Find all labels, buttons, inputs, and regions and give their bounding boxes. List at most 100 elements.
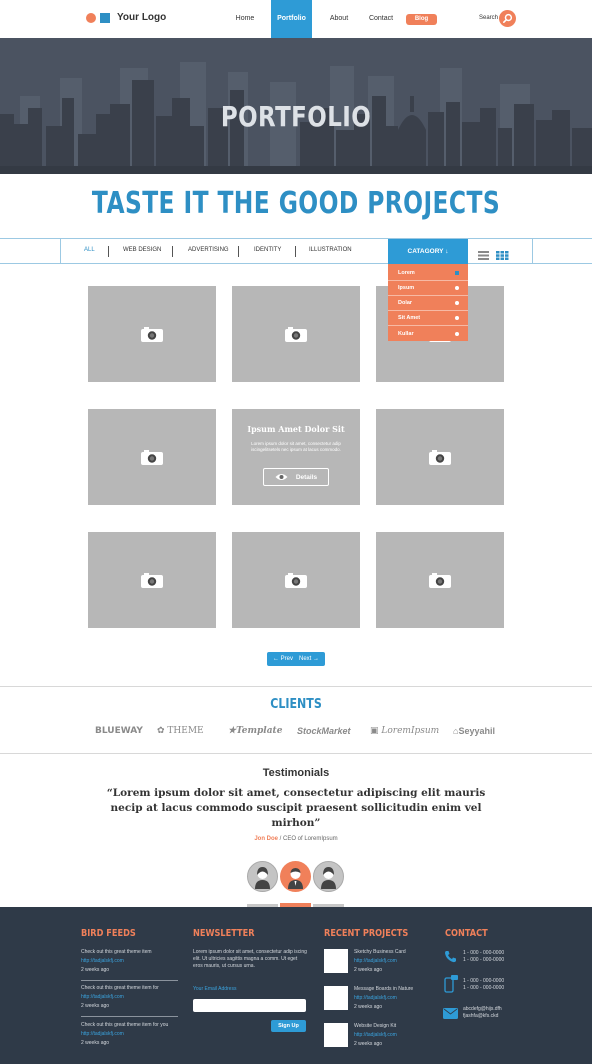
feed-time: 2 weeks ago xyxy=(81,1040,110,1046)
grid-view-icon xyxy=(496,251,509,260)
client-logo-text: THEME xyxy=(167,726,204,736)
portfolio-tile[interactable] xyxy=(88,532,216,628)
client-logo-seyyahil[interactable]: ⌂Seyyahil xyxy=(453,726,495,736)
testimonial-quote: “Lorem ipsum dolor sit amet, consectetur… xyxy=(106,787,486,829)
portfolio-tile[interactable] xyxy=(376,532,504,628)
footer-newsletter-title: NEWSLETTER xyxy=(193,928,255,939)
grid-view-toggle[interactable] xyxy=(496,247,509,265)
section-divider xyxy=(0,753,592,754)
list-view-toggle[interactable] xyxy=(478,247,489,265)
filter-all[interactable]: ALL xyxy=(84,247,95,253)
nav-about[interactable]: About xyxy=(325,0,353,38)
list-view-icon xyxy=(478,251,489,260)
nav-portfolio[interactable]: Portfolio xyxy=(271,0,312,42)
filter-bar-divider xyxy=(60,238,61,264)
project-thumbnail[interactable] xyxy=(324,949,348,973)
email-address[interactable]: abcdefg@hijs.dfh xyxy=(463,1006,502,1013)
logo-text: Your Logo xyxy=(117,12,167,23)
category-option-label: Kullar xyxy=(398,330,414,337)
user-female-icon xyxy=(255,867,270,889)
details-label: Details xyxy=(295,473,318,481)
mobile-icon xyxy=(444,975,458,998)
client-logo-template[interactable]: ★Template xyxy=(228,726,282,736)
phone-icon xyxy=(444,950,457,968)
filter-advertising[interactable]: ADVERTISING xyxy=(188,247,229,253)
camera-icon: ▣ xyxy=(370,726,379,736)
project-name: Website Design Kit xyxy=(354,1023,397,1029)
next-label: Next xyxy=(299,656,312,662)
portfolio-tile[interactable] xyxy=(376,409,504,505)
user-female-icon xyxy=(321,867,336,889)
signup-button[interactable]: Sign Up xyxy=(271,1020,306,1032)
arrow-down-icon: ↓ xyxy=(445,248,449,255)
nav-blog-button[interactable]: Blog xyxy=(406,14,437,25)
category-option[interactable]: Ipsum xyxy=(388,281,468,296)
pagination: ← Prev Next → xyxy=(267,652,325,666)
avatar[interactable] xyxy=(313,861,344,892)
project-link[interactable]: http://tadjalskfj.com xyxy=(354,958,397,965)
project-thumbnail[interactable] xyxy=(324,986,348,1010)
avatar-active[interactable] xyxy=(280,861,311,892)
next-button[interactable]: Next → xyxy=(299,656,319,662)
filter-separator xyxy=(108,246,109,257)
user-male-icon xyxy=(288,868,303,889)
category-option-label: Sit Amet xyxy=(398,315,421,321)
project-link[interactable]: http://tadjalskfj.com xyxy=(354,1032,397,1039)
logo-square-mark xyxy=(100,12,110,23)
phone-number: 1 - 000 - 000-0000 xyxy=(463,950,505,956)
project-time: 2 weeks ago xyxy=(354,967,383,973)
category-option[interactable]: Kullar xyxy=(388,326,468,341)
search-label: Search xyxy=(479,15,499,21)
hero-banner: PORTFOLIO xyxy=(0,38,592,174)
client-logo-blueway[interactable]: BLUEWAY xyxy=(95,726,143,736)
feed-text: Check out this great theme item for you xyxy=(81,1022,169,1028)
category-option[interactable]: Dolar xyxy=(388,296,468,311)
category-option[interactable]: Lorem xyxy=(388,266,468,281)
filter-identity[interactable]: IDENTITY xyxy=(254,247,281,253)
client-logo-theme[interactable]: ✿ THEME xyxy=(157,726,204,736)
nav-contact[interactable]: Contact xyxy=(366,0,396,38)
feed-link[interactable]: http://tadjalskfj.com xyxy=(81,1031,124,1038)
search-button[interactable] xyxy=(499,10,516,27)
camera-icon xyxy=(285,326,307,342)
filter-separator xyxy=(295,246,296,257)
nav-home[interactable]: Home xyxy=(230,0,260,38)
avatar[interactable] xyxy=(247,861,278,892)
project-link[interactable]: http://tadjalskfj.com xyxy=(354,995,397,1002)
category-option[interactable]: Sit Amet xyxy=(388,311,468,326)
option-dot xyxy=(455,286,459,290)
footer-contact-title: CONTACT xyxy=(445,928,488,939)
email-address[interactable]: fjashfa@kfs.ckd xyxy=(463,1013,498,1020)
hero-title: PORTFOLIO xyxy=(220,100,372,133)
feed-link[interactable]: http://tadjalskfj.com xyxy=(81,958,124,965)
tile-hover-title: Ipsum Amet Dolor Sit xyxy=(247,424,345,434)
filter-web-design[interactable]: WEB DESIGN xyxy=(123,247,161,253)
feed-link[interactable]: http://tadjalskfj.com xyxy=(81,994,124,1001)
star-icon: ★ xyxy=(228,726,237,736)
camera-icon xyxy=(285,572,307,588)
portfolio-tile-hovered[interactable]: Ipsum Amet Dolor Sit Lorem ipsum dolor s… xyxy=(232,409,360,505)
feed-text: Check out this great theme item xyxy=(81,949,152,955)
portfolio-tile[interactable] xyxy=(88,286,216,382)
mobile-number: 1 - 000 - 000-0000 xyxy=(463,985,505,991)
footer-bird-feeds-title: BIRD FEEDS xyxy=(81,928,136,939)
filter-illustration[interactable]: ILLUSTRATION xyxy=(309,247,352,253)
category-dropdown-button[interactable]: CATAGORY ↓ xyxy=(388,239,468,264)
category-dropdown-menu: Lorem Ipsum Dolar Sit Amet Kullar xyxy=(388,264,468,341)
client-logo-loremipsum[interactable]: ▣ LoremIpsum xyxy=(370,726,439,736)
project-thumbnail[interactable] xyxy=(324,1023,348,1047)
filter-separator xyxy=(238,246,239,257)
camera-icon xyxy=(141,572,163,588)
client-logo-stockmarket[interactable]: StockMarket xyxy=(297,726,351,736)
portfolio-tile[interactable] xyxy=(232,532,360,628)
prev-button[interactable]: ← Prev xyxy=(273,656,293,662)
logo[interactable]: Your Logo xyxy=(86,12,166,23)
portfolio-tile[interactable] xyxy=(88,409,216,505)
mobile-number: 1 - 000 - 000-0000 xyxy=(463,978,505,984)
portfolio-tile[interactable] xyxy=(232,286,360,382)
project-name: Sketchy Business Card xyxy=(354,949,406,955)
details-button[interactable]: Details xyxy=(263,468,329,486)
email-input[interactable] xyxy=(193,999,306,1012)
email-label: Your Email Address xyxy=(193,986,237,992)
selected-marker xyxy=(455,271,459,275)
